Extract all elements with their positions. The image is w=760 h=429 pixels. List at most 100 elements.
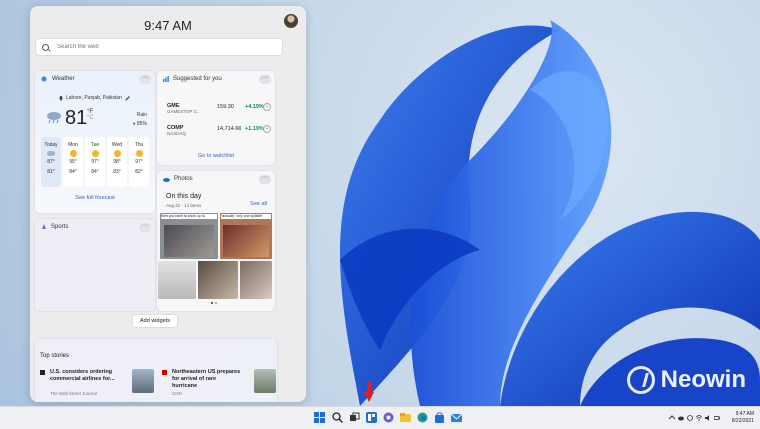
- forecast-days: Today 87° 81° Mon 95° 84° Tue 97° 84° We…: [41, 137, 149, 187]
- photo-caption: then you have to show up to: [161, 214, 217, 219]
- neowin-logo-icon: [626, 366, 655, 394]
- day-name: Wed: [111, 142, 123, 148]
- rain-value: 85%: [136, 121, 147, 127]
- news-story[interactable]: U.S. considers ordering commercial airli…: [40, 369, 156, 402]
- taskbar: 9:47 AM 8/22/2021: [0, 406, 760, 429]
- sun-icon: [113, 150, 121, 157]
- day-name: Today: [44, 142, 58, 148]
- add-widgets-button[interactable]: Add widgets: [132, 314, 178, 328]
- carousel-dots: [211, 302, 217, 304]
- search-icon: [42, 43, 49, 51]
- web-search-box[interactable]: [35, 38, 283, 56]
- sports-header: Sports: [41, 224, 68, 230]
- news-story[interactable]: Northeastern US prepares for arrival of …: [162, 369, 277, 402]
- system-tray: [669, 415, 720, 421]
- weather-header: Weather: [41, 76, 75, 82]
- stock-row[interactable]: COMP NASDAQ 14,714.66 +1.19% +: [167, 125, 271, 136]
- red-arrow-cursor-icon: [364, 382, 374, 402]
- day-high: 95°: [69, 159, 77, 165]
- day-high: 97°: [135, 159, 143, 165]
- see-full-forecast-link[interactable]: See full forecast: [35, 195, 155, 201]
- unit-celsius[interactable]: °C: [87, 115, 94, 121]
- day-name: Tue: [90, 142, 100, 148]
- mail-icon[interactable]: [451, 412, 462, 423]
- photo-thumbnail[interactable]: [198, 261, 238, 299]
- chat-icon[interactable]: [383, 412, 394, 423]
- edit-pencil-icon[interactable]: [124, 95, 130, 101]
- day-low: 82°: [135, 169, 143, 175]
- partly-sunny-icon: [91, 150, 99, 157]
- photo-thumbnail[interactable]: [240, 261, 272, 299]
- rain-label: Rain: [136, 112, 147, 118]
- finance-chart-icon: [163, 76, 169, 82]
- start-windows-icon[interactable]: [314, 412, 325, 423]
- weather-widget[interactable]: Weather ··· Lahore, Punjab, Pakistan 81 …: [34, 70, 156, 214]
- weather-app-icon: [41, 76, 47, 82]
- wsj-logo-icon: [40, 370, 45, 375]
- stock-row[interactable]: GME GAMESTOP C... 159.30 +4.19% +: [167, 103, 271, 114]
- sports-widget[interactable]: Sports ···: [34, 218, 156, 312]
- photos-title: Photos: [174, 176, 193, 182]
- onedrive-cloud-icon: [163, 177, 170, 182]
- stock-change: +1.19%: [245, 126, 264, 132]
- story-source: The Wall Street Journal: [50, 391, 97, 396]
- wallpaper-bloom: [340, 20, 760, 406]
- day-low: 83°: [113, 169, 121, 175]
- photo-thumbnail[interactable]: [158, 261, 196, 299]
- suggested-stocks-widget[interactable]: Suggested for you ··· GME GAMESTOP C... …: [156, 70, 276, 166]
- add-to-watchlist-icon[interactable]: +: [263, 125, 271, 133]
- photo-thumbnail[interactable]: then you have to show up to: [160, 213, 218, 259]
- story-thumbnail: [132, 369, 154, 393]
- forecast-day[interactable]: Tue 97° 84°: [85, 137, 105, 187]
- forecast-day[interactable]: Thu 97° 82°: [129, 137, 149, 187]
- suggested-header: Suggested for you: [163, 76, 222, 82]
- photos-widget[interactable]: Photos ··· On this day Aug 22 · 14 items…: [156, 170, 276, 312]
- store-icon[interactable]: [434, 412, 445, 423]
- photo-thumbnail[interactable]: "actually" only one syllable: [220, 213, 272, 259]
- add-to-watchlist-icon[interactable]: +: [263, 103, 271, 111]
- cloud-icon: [47, 151, 55, 156]
- raindrop-icon: ●: [132, 121, 136, 127]
- forecast-day[interactable]: Today 87° 81°: [41, 137, 61, 187]
- current-temperature: 81: [65, 107, 88, 129]
- weather-more-button[interactable]: ···: [139, 74, 151, 84]
- task-view-icon[interactable]: [349, 412, 360, 423]
- chevron-up-icon[interactable]: [669, 415, 675, 421]
- stock-price: 14,714.66: [217, 126, 242, 132]
- stock-change: +4.19%: [245, 104, 264, 110]
- photos-more-button[interactable]: ···: [259, 174, 271, 184]
- story-source: CNN: [172, 391, 182, 396]
- top-stories-widget[interactable]: Top stories U.S. considers ordering comm…: [34, 338, 278, 402]
- language-icon[interactable]: [687, 415, 693, 421]
- widgets-icon[interactable]: [366, 412, 377, 423]
- onedrive-tray-icon[interactable]: [678, 415, 684, 421]
- file-explorer-icon[interactable]: [400, 412, 411, 423]
- battery-icon[interactable]: [714, 415, 720, 421]
- taskbar-date: 8/22/2021: [731, 418, 754, 424]
- forecast-day[interactable]: Wed 98° 83°: [107, 137, 127, 187]
- sports-more-button[interactable]: ···: [139, 222, 151, 232]
- go-to-watchlist-link[interactable]: Go to watchlist: [157, 153, 275, 159]
- carousel-dot[interactable]: [215, 302, 217, 304]
- forecast-day[interactable]: Mon 95° 84°: [63, 137, 83, 187]
- sun-icon: [69, 150, 77, 157]
- temperature-unit-toggle[interactable]: °F °C: [87, 109, 94, 121]
- rain-chance: Rain ● 85%: [133, 111, 147, 129]
- search-input[interactable]: [55, 43, 259, 51]
- day-high: 87°: [47, 159, 55, 165]
- search-icon[interactable]: [332, 412, 343, 423]
- volume-icon[interactable]: [705, 415, 711, 421]
- wifi-icon[interactable]: [696, 415, 702, 421]
- top-stories-title: Top stories: [40, 353, 70, 359]
- story-headline: U.S. considers ordering commercial airli…: [50, 369, 115, 382]
- weather-location[interactable]: Lahore, Punjab, Pakistan: [59, 95, 130, 101]
- user-avatar[interactable]: [284, 14, 298, 28]
- edge-browser-icon[interactable]: [417, 412, 428, 423]
- carousel-dot[interactable]: [211, 302, 213, 304]
- suggested-title: Suggested for you: [173, 76, 222, 82]
- day-low: 84°: [91, 169, 99, 175]
- see-all-photos-link[interactable]: See all: [250, 201, 267, 207]
- taskbar-clock[interactable]: 9:47 AM 8/22/2021: [732, 411, 754, 425]
- photos-header: Photos: [163, 176, 193, 182]
- suggested-more-button[interactable]: ···: [259, 74, 271, 84]
